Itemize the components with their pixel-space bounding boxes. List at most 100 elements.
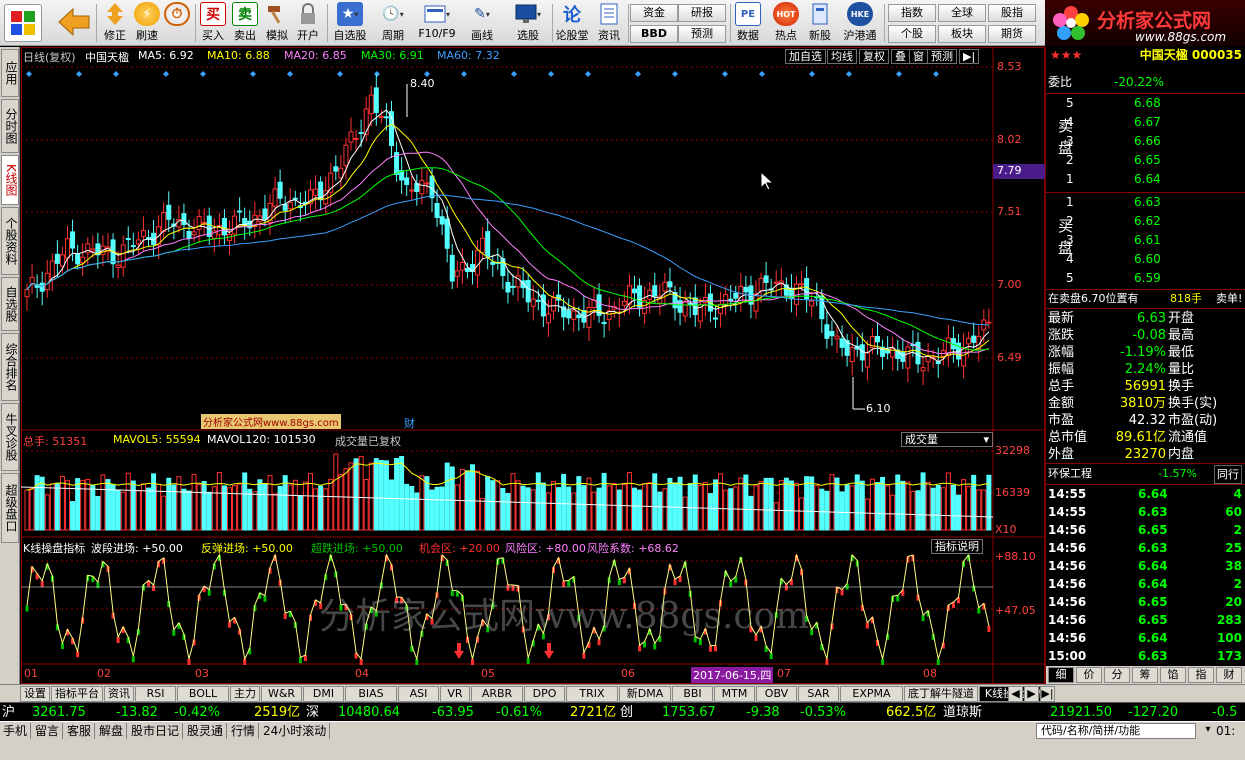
- draw-line-button[interactable]: ✎ ▾ 画线: [462, 2, 502, 44]
- adjust-button[interactable]: 复权: [859, 49, 889, 64]
- scroll-left-icon[interactable]: ◀: [1008, 686, 1023, 702]
- quote-tab[interactable]: 指: [1188, 667, 1214, 683]
- new-stock-button[interactable]: 新股: [805, 2, 835, 44]
- window-button[interactable]: 窗: [909, 49, 928, 64]
- quote-tab[interactable]: 分: [1104, 667, 1130, 683]
- dj-value[interactable]: 21921.50: [1050, 703, 1112, 722]
- left-tab-intraday[interactable]: 分时图: [1, 99, 19, 153]
- ma-button[interactable]: 均线: [827, 49, 857, 64]
- period-button[interactable]: 🕓 ▾ 周期: [373, 2, 413, 44]
- scroll-end-icon[interactable]: ▶|: [1040, 686, 1055, 702]
- sector-row[interactable]: 环保工程 -1.57% 同行: [1046, 465, 1245, 484]
- cy-value[interactable]: 1753.67: [662, 703, 716, 722]
- kline-chart[interactable]: 日线(复权) 中国天楹 MA5: 6.92 MA10: 6.88 MA20: 6…: [21, 47, 1045, 684]
- simulate-button[interactable]: 模拟: [262, 2, 292, 44]
- indicator-tab[interactable]: VR: [440, 686, 470, 702]
- ask-row[interactable]: 5 6.68: [1046, 95, 1245, 112]
- data-button[interactable]: PE 数据: [733, 2, 763, 44]
- indicator-tab[interactable]: DPO: [524, 686, 565, 702]
- indicator-tab[interactable]: OBV: [756, 686, 797, 702]
- status-item[interactable]: 解盘: [96, 723, 128, 739]
- indicator-tab[interactable]: EXPMA: [840, 686, 903, 702]
- indicator-tab[interactable]: 主力: [230, 686, 260, 702]
- btn-stock[interactable]: 个股: [888, 25, 936, 43]
- btn-futures[interactable]: 期货: [988, 25, 1036, 43]
- status-item[interactable]: 股市日记: [128, 723, 184, 739]
- code-search-input[interactable]: 代码/名称/简拼/功能: [1036, 723, 1196, 739]
- status-item[interactable]: 手机: [0, 723, 32, 739]
- left-tab-diagnosis[interactable]: 牛叉诊股: [1, 403, 19, 471]
- status-item[interactable]: 24小时滚动: [260, 723, 331, 739]
- ask-row[interactable]: 3 6.66: [1046, 133, 1245, 150]
- indicator-tab[interactable]: SAR: [798, 686, 839, 702]
- bid-row[interactable]: 3 6.61: [1046, 232, 1245, 249]
- forum-button[interactable]: 论 论股堂: [554, 2, 590, 44]
- add-watch-button[interactable]: 加自选: [785, 49, 826, 64]
- ask-row[interactable]: 2 6.65: [1046, 152, 1245, 169]
- indicator-tab[interactable]: RSI: [135, 686, 176, 702]
- status-item[interactable]: 行情: [228, 723, 260, 739]
- indicator-tab[interactable]: 底丁解牛隧道: [904, 686, 978, 702]
- status-item[interactable]: 客服: [64, 723, 96, 739]
- btn-stock-index[interactable]: 股指: [988, 4, 1036, 22]
- quote-tab[interactable]: 细: [1048, 667, 1074, 683]
- indicator-tab[interactable]: TRIX: [566, 686, 618, 702]
- bid-row[interactable]: 5 6.59: [1046, 270, 1245, 287]
- quote-tab[interactable]: 财: [1216, 667, 1242, 683]
- hk-connect-button[interactable]: HKE 沪港通: [840, 2, 880, 44]
- indicator-tab[interactable]: 设置: [20, 686, 50, 702]
- btn-bbd[interactable]: BBD: [630, 25, 678, 43]
- toolbar-btn-0[interactable]: 修正: [100, 2, 130, 44]
- chevron-down-icon[interactable]: ▾: [1200, 723, 1216, 739]
- indicator-tab[interactable]: W&R: [261, 686, 302, 702]
- open-account-button[interactable]: 开户: [293, 2, 323, 44]
- expand-icon[interactable]: ▶|: [959, 49, 979, 64]
- btn-forecast[interactable]: 预测: [678, 25, 726, 43]
- indicator-tab[interactable]: BBI: [672, 686, 713, 702]
- bid-row[interactable]: 2 6.62: [1046, 213, 1245, 230]
- quote-tab[interactable]: 筹: [1132, 667, 1158, 683]
- left-tab-kline[interactable]: K线图: [1, 155, 19, 205]
- left-tab-ranking[interactable]: 综合排名: [1, 333, 19, 401]
- indicator-tab[interactable]: MTM: [714, 686, 755, 702]
- indicator-tab[interactable]: ASI: [398, 686, 439, 702]
- indicator-tab[interactable]: ARBR: [471, 686, 523, 702]
- sh-value[interactable]: 3261.75: [32, 703, 86, 722]
- buy-button[interactable]: 买 买入: [198, 2, 228, 44]
- left-tab-apps[interactable]: 应用: [1, 49, 19, 97]
- btn-global[interactable]: 全球: [938, 4, 986, 22]
- news-button[interactable]: 资讯: [594, 2, 624, 44]
- predict-button[interactable]: 预测: [927, 49, 957, 64]
- quote-tab[interactable]: 馅: [1160, 667, 1186, 683]
- indicator-tab[interactable]: 指标平台: [51, 686, 103, 702]
- back-button[interactable]: [54, 4, 94, 46]
- left-tab-orderbook[interactable]: 超级盘口: [1, 473, 19, 543]
- btn-sector[interactable]: 板块: [938, 25, 986, 43]
- ask-row[interactable]: 1 6.64: [1046, 171, 1245, 188]
- indicator-tab[interactable]: BIAS: [345, 686, 397, 702]
- btn-index[interactable]: 指数: [888, 4, 936, 22]
- volume-selector[interactable]: 成交量 ▾: [901, 432, 993, 447]
- left-tab-profile[interactable]: 个股资料: [1, 207, 19, 275]
- f10-button[interactable]: ▾ F10/F9: [415, 2, 459, 44]
- indicator-help-button[interactable]: 指标说明: [931, 539, 983, 554]
- btn-research[interactable]: 研报: [678, 4, 726, 22]
- indicator-tab[interactable]: 新DMA: [619, 686, 671, 702]
- indicator-tab[interactable]: 资讯: [104, 686, 134, 702]
- btn-capital[interactable]: 资金: [630, 4, 678, 22]
- overlay-button[interactable]: 叠: [891, 49, 910, 64]
- ask-row[interactable]: 4 6.67: [1046, 114, 1245, 131]
- sz-value[interactable]: 10480.64: [338, 703, 400, 722]
- status-item[interactable]: 股灵通: [184, 723, 228, 739]
- indicator-tab[interactable]: DMI: [303, 686, 344, 702]
- watchlist-button[interactable]: ★ ▾ 自选股: [330, 2, 370, 44]
- quote-tab[interactable]: 价: [1076, 667, 1102, 683]
- windows-menu-button[interactable]: [4, 4, 42, 46]
- scroll-right-icon[interactable]: ▶: [1024, 686, 1039, 702]
- sell-button[interactable]: 卖 卖出: [230, 2, 260, 44]
- bid-row[interactable]: 4 6.60: [1046, 251, 1245, 268]
- hot-button[interactable]: HOT 热点: [771, 2, 801, 44]
- left-tab-watchlist[interactable]: 自选股: [1, 277, 19, 331]
- stock-screener-button[interactable]: ▾ 选股: [506, 2, 550, 44]
- status-item[interactable]: 留言: [32, 723, 64, 739]
